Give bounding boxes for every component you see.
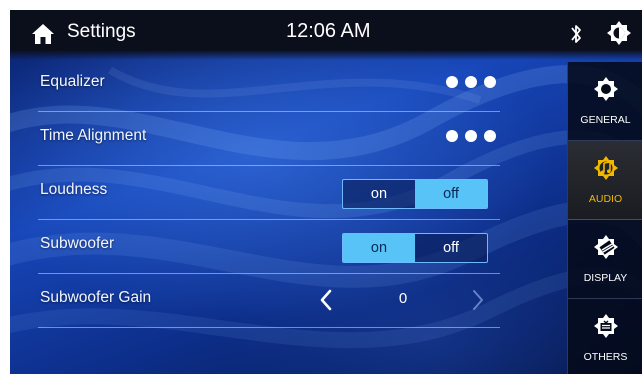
dot-icon [446, 130, 458, 142]
sidebar-item-others[interactable]: OTHERS [568, 299, 642, 374]
more-options-button[interactable] [446, 130, 496, 142]
subwoofer-row: Subwoofer on off [38, 220, 500, 274]
chevron-left-icon[interactable] [319, 288, 333, 312]
sidebar-item-label: GENERAL [580, 114, 631, 126]
loudness-toggle[interactable]: on off [342, 179, 488, 209]
equalizer-row[interactable]: Equalizer [38, 58, 500, 112]
row-label: Subwoofer Gain [40, 289, 152, 306]
row-label: Time Alignment [40, 127, 147, 144]
display-icon [594, 235, 618, 259]
bluetooth-icon [571, 25, 581, 43]
page-title: Settings [67, 21, 136, 42]
loudness-row: Loudness on off [38, 166, 500, 220]
sidebar-item-audio[interactable]: AUDIO [568, 141, 642, 220]
subwoofer-toggle[interactable]: on off [342, 233, 488, 263]
settings-list: Equalizer Time Alignment Loudness on off [38, 58, 500, 328]
gear-icon [594, 77, 618, 101]
dot-icon [465, 130, 477, 142]
sidebar-item-label: AUDIO [588, 193, 623, 205]
sidebar-item-label: DISPLAY [583, 272, 628, 284]
sidebar-item-general[interactable]: GENERAL [568, 62, 642, 141]
brightness-icon[interactable] [606, 20, 632, 46]
clock: 12:06 AM [286, 20, 371, 42]
row-label: Loudness [40, 181, 108, 198]
dot-icon [465, 76, 477, 88]
subwoofer-gain-value: 0 [398, 290, 408, 307]
time-alignment-row[interactable]: Time Alignment [38, 112, 500, 166]
loudness-off-button[interactable]: off [415, 180, 487, 208]
dot-icon [484, 76, 496, 88]
row-label: Equalizer [40, 73, 105, 90]
chevron-right-icon[interactable] [471, 288, 485, 312]
screen: Settings 12:06 AM Equalizer Time Alignme… [10, 10, 642, 374]
subwoofer-on-button[interactable]: on [343, 234, 415, 262]
sidebar-item-display[interactable]: DISPLAY [568, 220, 642, 299]
subwoofer-off-button[interactable]: off [415, 234, 487, 262]
more-options-button[interactable] [446, 76, 496, 88]
status-bar: Settings 12:06 AM [10, 10, 642, 60]
home-icon[interactable] [30, 21, 56, 47]
subwoofer-gain-row: Subwoofer Gain 0 [38, 274, 500, 328]
settings-category-sidebar: GENERAL AUDIO DISPLAY OTHERS [567, 62, 642, 374]
audio-gear-icon [594, 156, 618, 180]
dot-icon [446, 76, 458, 88]
row-label: Subwoofer [40, 235, 115, 252]
dot-icon [484, 130, 496, 142]
sidebar-item-label: OTHERS [583, 351, 628, 363]
loudness-on-button[interactable]: on [343, 180, 415, 208]
others-icon [594, 314, 618, 338]
